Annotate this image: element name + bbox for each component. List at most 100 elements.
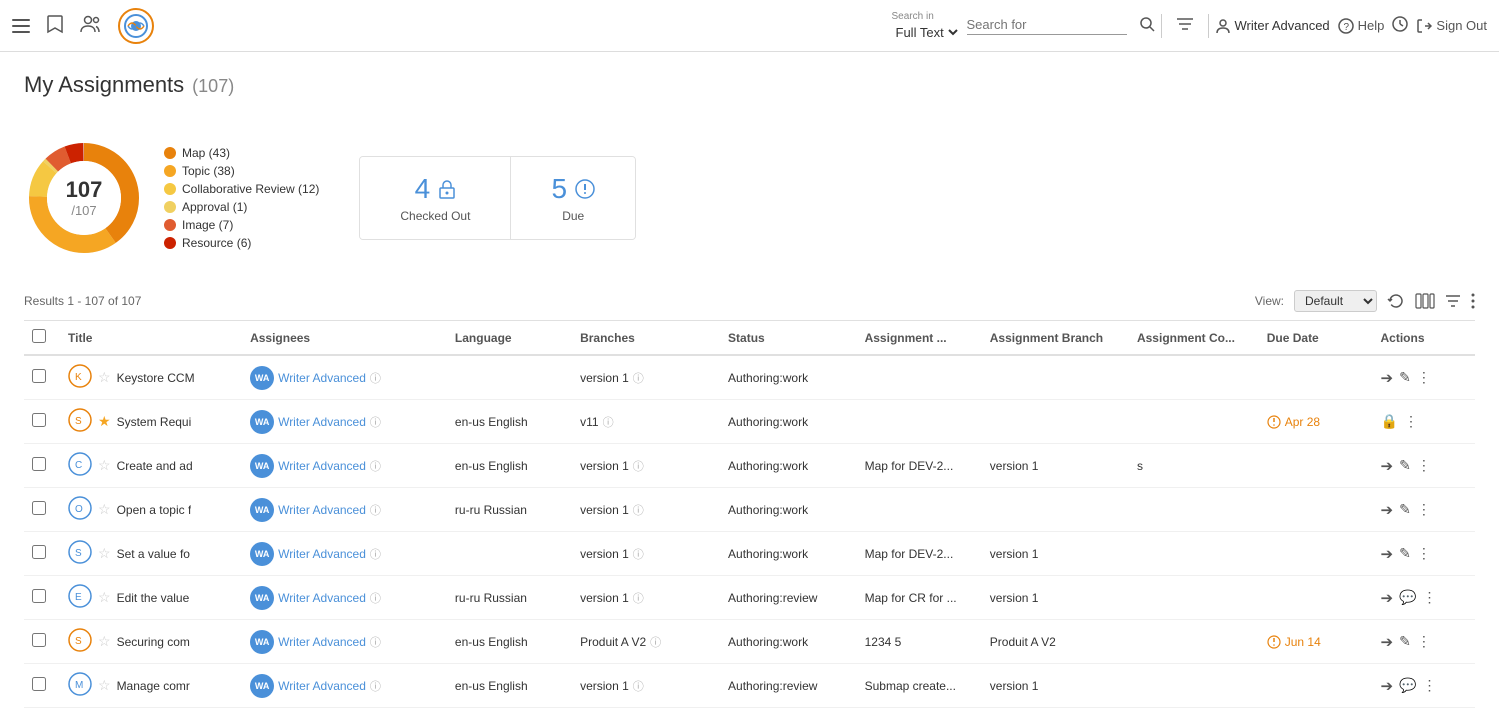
more-row-icon[interactable]: ⋮	[1417, 457, 1431, 474]
more-row-icon[interactable]: ⋮	[1423, 589, 1437, 606]
branch-info-icon[interactable]: ⓘ	[650, 634, 661, 650]
row-checkbox[interactable]	[32, 413, 46, 427]
arrow-action-icon[interactable]: ➔	[1381, 633, 1394, 651]
info-icon[interactable]: ⓘ	[370, 414, 381, 430]
info-icon[interactable]: ⓘ	[370, 370, 381, 386]
pencil-action-icon[interactable]: ✎	[1399, 545, 1411, 562]
due-box: 5 Due	[510, 157, 635, 239]
star-icon[interactable]: ☆	[98, 369, 111, 386]
comment-action-icon[interactable]: 💬	[1399, 589, 1416, 606]
arrow-action-icon[interactable]: ➔	[1381, 545, 1394, 563]
bookmark-icon[interactable]	[46, 14, 64, 37]
info-icon[interactable]: ⓘ	[370, 546, 381, 562]
stat-boxes: 4 Checked Out 5	[359, 156, 636, 240]
assignee-name[interactable]: Writer Advanced	[278, 503, 366, 517]
more-row-icon[interactable]: ⋮	[1423, 677, 1437, 694]
search-button[interactable]	[1139, 16, 1155, 35]
assignee-name[interactable]: Writer Advanced	[278, 459, 366, 473]
more-row-icon[interactable]: ⋮	[1417, 545, 1431, 562]
pencil-action-icon[interactable]: ✎	[1399, 501, 1411, 518]
branch-info-icon[interactable]: ⓘ	[633, 502, 644, 518]
row-checkbox[interactable]	[32, 589, 46, 603]
more-options-icon[interactable]	[1471, 293, 1475, 309]
pencil-action-icon[interactable]: ✎	[1399, 633, 1411, 650]
signout-button[interactable]: Sign Out	[1416, 18, 1487, 34]
time-icon[interactable]	[1392, 16, 1408, 35]
star-icon[interactable]: ☆	[98, 457, 111, 474]
row-checkbox[interactable]	[32, 501, 46, 515]
filter-options-icon[interactable]	[1176, 16, 1194, 35]
help-button[interactable]: ? Help	[1338, 18, 1385, 34]
branch-info-icon[interactable]: ⓘ	[603, 414, 614, 430]
info-icon[interactable]: ⓘ	[370, 458, 381, 474]
branch-value: version 1	[580, 371, 629, 385]
row-assign-co-cell	[1129, 620, 1259, 664]
row-assignees-cell: WA Writer Advanced ⓘ	[242, 576, 447, 620]
row-checkbox[interactable]	[32, 457, 46, 471]
assignee-name[interactable]: Writer Advanced	[278, 679, 366, 693]
info-icon[interactable]: ⓘ	[370, 634, 381, 650]
info-icon[interactable]: ⓘ	[370, 678, 381, 694]
search-type-select[interactable]: Full Text Title	[892, 24, 961, 41]
row-assign-co-cell: s	[1129, 444, 1259, 488]
assignee-name[interactable]: Writer Advanced	[278, 635, 366, 649]
assignee-name[interactable]: Writer Advanced	[278, 547, 366, 561]
columns-icon[interactable]	[1415, 293, 1435, 309]
arrow-action-icon[interactable]: ➔	[1381, 677, 1394, 695]
pencil-action-icon[interactable]: ✎	[1399, 369, 1411, 386]
select-all-checkbox[interactable]	[32, 329, 46, 343]
branch-info-icon[interactable]: ⓘ	[633, 370, 644, 386]
branch-info-icon[interactable]: ⓘ	[633, 546, 644, 562]
legend-item-map: Map (43)	[164, 146, 319, 160]
row-assignment-cell: Map for CR for ...	[857, 576, 982, 620]
svg-text:C: C	[75, 460, 82, 471]
star-icon[interactable]: ☆	[98, 589, 111, 606]
table-row: S ☆ Securing com WA Writer Advanced ⓘ en…	[24, 620, 1475, 664]
comment-action-icon[interactable]: 💬	[1399, 677, 1416, 694]
menu-button[interactable]	[12, 19, 30, 33]
page-count: (107)	[192, 76, 234, 97]
assignee-name[interactable]: Writer Advanced	[278, 591, 366, 605]
donut-section: 107 /107 Map (43) Topic (38) Collaborati…	[24, 138, 319, 258]
search-input[interactable]	[967, 17, 1127, 32]
star-icon[interactable]: ☆	[98, 545, 111, 562]
search-type-dropdown[interactable]: Full Text Title	[892, 24, 961, 41]
arrow-action-icon[interactable]: ➔	[1381, 501, 1394, 519]
star-icon[interactable]: ☆	[98, 633, 111, 650]
arrow-action-icon[interactable]: ➔	[1381, 369, 1394, 387]
arrow-action-icon[interactable]: ➔	[1381, 457, 1394, 475]
assignee-name[interactable]: Writer Advanced	[278, 415, 366, 429]
row-checkbox[interactable]	[32, 677, 46, 691]
lock-action-icon[interactable]: 🔒	[1381, 413, 1398, 430]
branch-info-icon[interactable]: ⓘ	[633, 678, 644, 694]
more-row-icon[interactable]: ⋮	[1404, 413, 1418, 430]
row-assignees-cell: WA Writer Advanced ⓘ	[242, 355, 447, 400]
row-assign-branch-cell: version 1	[982, 664, 1129, 708]
assignee-name[interactable]: Writer Advanced	[278, 371, 366, 385]
row-branches-cell: Produit A V2 ⓘ	[572, 620, 720, 664]
row-branches-cell: version 1 ⓘ	[572, 488, 720, 532]
refresh-icon[interactable]	[1387, 292, 1405, 310]
star-icon[interactable]: ★	[98, 413, 111, 430]
view-select[interactable]: Default Compact	[1294, 290, 1377, 312]
arrow-action-icon[interactable]: ➔	[1381, 589, 1394, 607]
row-assign-co-cell	[1129, 355, 1259, 400]
row-title-text: Keystore CCM	[117, 371, 195, 385]
star-icon[interactable]: ☆	[98, 501, 111, 518]
branch-info-icon[interactable]: ⓘ	[633, 590, 644, 606]
info-icon[interactable]: ⓘ	[370, 502, 381, 518]
row-checkbox[interactable]	[32, 633, 46, 647]
info-icon[interactable]: ⓘ	[370, 590, 381, 606]
row-assignment-cell	[857, 400, 982, 444]
user-icon[interactable]: Writer Advanced	[1215, 18, 1330, 34]
pencil-action-icon[interactable]: ✎	[1399, 457, 1411, 474]
more-row-icon[interactable]: ⋮	[1417, 369, 1431, 386]
more-row-icon[interactable]: ⋮	[1417, 633, 1431, 650]
row-checkbox[interactable]	[32, 545, 46, 559]
more-row-icon[interactable]: ⋮	[1417, 501, 1431, 518]
branch-info-icon[interactable]: ⓘ	[633, 458, 644, 474]
row-checkbox[interactable]	[32, 369, 46, 383]
filter-icon[interactable]	[1445, 293, 1461, 309]
star-icon[interactable]: ☆	[98, 677, 111, 694]
users-icon[interactable]	[80, 15, 102, 36]
